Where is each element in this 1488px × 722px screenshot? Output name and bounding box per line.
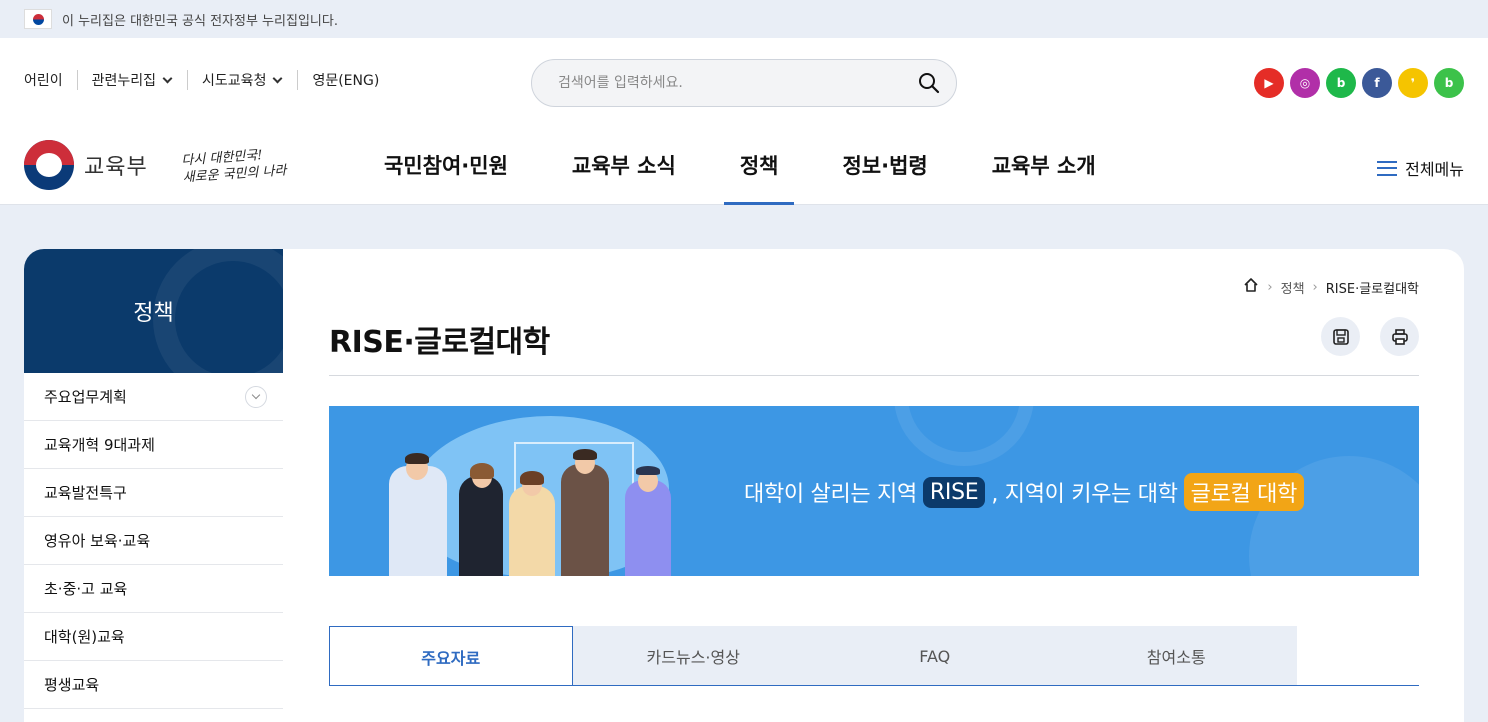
tab-main-materials[interactable]: 주요자료 [329, 626, 573, 686]
instagram-icon[interactable]: ◎ [1290, 68, 1320, 98]
sidebar-item-label: 주요업무계획 [44, 388, 127, 406]
tab-faq[interactable]: FAQ [814, 626, 1056, 686]
tab-cardnews-video[interactable]: 카드뉴스·영상 [572, 626, 814, 686]
title-divider [329, 375, 1419, 376]
all-menu-button[interactable]: 전체메뉴 [1377, 156, 1464, 180]
sidebar-item-higher-education[interactable]: 대학(원)교육 [24, 613, 283, 661]
sidebar-item-work-plan[interactable]: 주요업무계획 [24, 373, 283, 421]
site-header: 어린이 관련누리집 시도교육청 영문(ENG) ▶◎bf❜b 교육부 다시 대한… [0, 38, 1488, 205]
save-icon [1332, 328, 1349, 345]
util-link-label: 어린이 [24, 73, 63, 89]
youtube-icon[interactable]: ▶ [1254, 68, 1284, 98]
util-link-english[interactable]: 영문(ENG) [297, 70, 393, 90]
banner-text-part2: , 지역이 키우는 대학 [991, 482, 1178, 507]
logo-text: 교육부 [84, 155, 148, 180]
banner-decoration [894, 406, 1034, 466]
sidebar-item-label: 영유아 보육·교육 [44, 532, 151, 550]
banner-headline: 대학이 살리는 지역 RISE , 지역이 키우는 대학 글로컬 대학 [744, 473, 1305, 511]
page-tools [1321, 317, 1419, 356]
sidebar-decoration [153, 249, 283, 373]
band-icon[interactable]: b [1434, 68, 1464, 98]
slogan: 다시 대한민국! 새로운 국민의 나라 [181, 145, 287, 186]
breadcrumb-separator: › [1312, 279, 1318, 295]
blog-icon[interactable]: b [1326, 68, 1356, 98]
content-tabs: 주요자료 카드뉴스·영상 FAQ 참여소통 [329, 626, 1297, 686]
util-link-provincial-offices[interactable]: 시도교육청 [187, 70, 297, 90]
main-content: › 정책 › RISE·글로컬대학 RISE·글로컬대학 대학이 살리는 지역 … [283, 249, 1464, 722]
save-button[interactable] [1321, 317, 1360, 356]
all-menu-label: 전체메뉴 [1405, 160, 1464, 179]
kakaostory-icon[interactable]: ❜ [1398, 68, 1428, 98]
sidebar-item-label: 평생교육 [44, 676, 100, 694]
korea-flag-icon [24, 9, 52, 29]
sidebar-item-lifelong-education[interactable]: 평생교육 [24, 661, 283, 709]
breadcrumb-item[interactable]: 정책 [1281, 278, 1305, 297]
sidebar-item-label: 초·중·고 교육 [44, 580, 128, 598]
sidebar-item-k12[interactable]: 초·중·고 교육 [24, 565, 283, 613]
sidebar-item-label: 교육발전특구 [44, 484, 127, 502]
gov-banner-text: 이 누리집은 대한민국 공식 전자정부 누리집입니다. [62, 13, 338, 29]
gnb-item-participation[interactable]: 국민참여·민원 [352, 136, 540, 205]
sidebar-item-label: 대학(원)교육 [44, 628, 125, 646]
gnb-item-information-law[interactable]: 정보·법령 [810, 136, 959, 205]
expand-chevron-icon[interactable] [245, 385, 267, 408]
breadcrumb: › 정책 › RISE·글로컬대학 [1243, 277, 1419, 297]
gnb-item-policy[interactable]: 정책 [708, 136, 811, 205]
home-icon[interactable] [1243, 277, 1259, 297]
government-emblem-icon [24, 140, 74, 190]
facebook-icon[interactable]: f [1362, 68, 1392, 98]
breadcrumb-current: RISE·글로컬대학 [1325, 281, 1419, 297]
ministry-logo[interactable]: 교육부 [24, 140, 148, 190]
sns-links: ▶ ◎ b f ❜ b [1254, 68, 1464, 98]
hamburger-icon [1377, 160, 1398, 176]
chevron-down-icon [273, 73, 283, 83]
banner-tag-rise: RISE [922, 476, 986, 508]
search-icon[interactable] [916, 70, 942, 96]
banner-text-part1: 대학이 살리는 지역 [744, 482, 917, 507]
util-link-label: 시도교육청 [202, 73, 267, 89]
sidebar-item-development-zone[interactable]: 교육발전특구 [24, 469, 283, 517]
print-icon [1391, 328, 1408, 345]
utility-links: 어린이 관련누리집 시도교육청 영문(ENG) [24, 70, 393, 90]
util-link-label: 영문(ENG) [312, 73, 380, 89]
gnb-item-about[interactable]: 교육부 소개 [960, 136, 1128, 205]
chevron-down-icon [162, 73, 173, 83]
search-input[interactable] [558, 75, 916, 91]
search-box [531, 59, 957, 107]
sidebar-item-reform-tasks[interactable]: 교육개혁 9대과제 [24, 421, 283, 469]
main-navigation: 국민참여·민원 교육부 소식 정책 정보·법령 교육부 소개 [352, 136, 1128, 205]
page-title: RISE·글로컬대학 [329, 325, 550, 360]
sidebar-item-label: 교육개혁 9대과제 [44, 436, 155, 454]
breadcrumb-separator: › [1267, 279, 1273, 295]
gnb-item-news[interactable]: 교육부 소식 [540, 136, 708, 205]
util-link-label: 관련누리집 [91, 73, 157, 89]
sidebar: 정책 주요업무계획 교육개혁 9대과제 교육발전특구 영유아 보육·교육 초·중… [24, 249, 283, 722]
banner-tag-glocal: 글로컬 대학 [1183, 473, 1305, 511]
sidebar-item-early-childhood[interactable]: 영유아 보육·교육 [24, 517, 283, 565]
rise-glocal-banner: 대학이 살리는 지역 RISE , 지역이 키우는 대학 글로컬 대학 [329, 406, 1419, 576]
sidebar-header: 정책 [24, 249, 283, 373]
print-button[interactable] [1380, 317, 1419, 356]
tab-underline [329, 685, 1419, 686]
util-link-related-sites[interactable]: 관련누리집 [76, 70, 187, 90]
tab-participation[interactable]: 참여소통 [1055, 626, 1297, 686]
util-link-kids[interactable]: 어린이 [24, 70, 77, 90]
gov-banner: 이 누리집은 대한민국 공식 전자정부 누리집입니다. [0, 0, 1488, 38]
